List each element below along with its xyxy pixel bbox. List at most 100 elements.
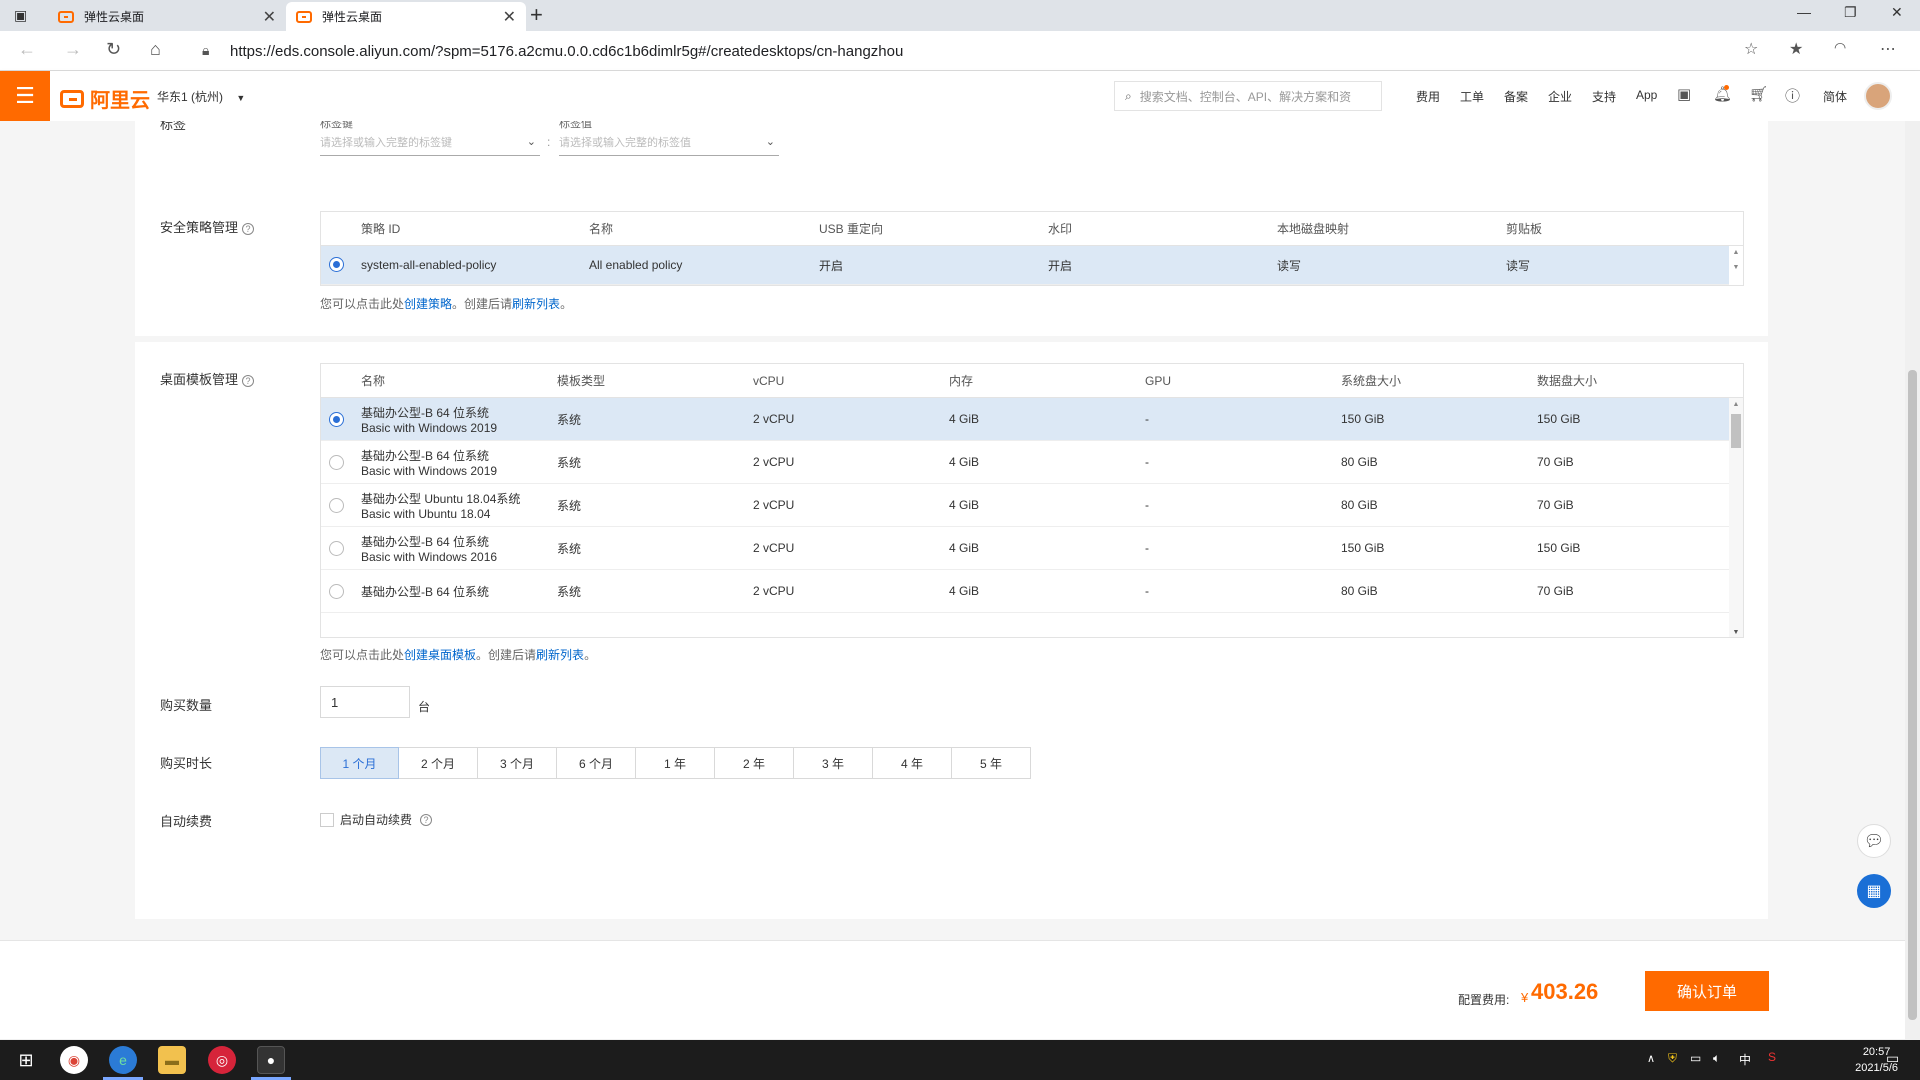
- duration-option[interactable]: 5 年: [952, 747, 1031, 779]
- shield-icon[interactable]: ⛨: [1668, 1051, 1677, 1066]
- browser-tab-1[interactable]: 弹性云桌面 ✕: [48, 2, 286, 31]
- url-input[interactable]: https://eds.console.aliyun.com/?spm=5176…: [230, 36, 1790, 66]
- ime-indicator[interactable]: 中: [1739, 1051, 1751, 1068]
- forward-icon[interactable]: →: [64, 39, 82, 60]
- sogou-ime-icon[interactable]: S: [1768, 1050, 1776, 1064]
- duration-option[interactable]: 3 个月: [478, 747, 557, 779]
- table-row[interactable]: 基础办公型-B 64 位系统 Basic with Windows 2019 系统 2…: [321, 441, 1743, 484]
- extensions-icon[interactable]: ◠: [1834, 39, 1846, 56]
- col-name: 名称: [589, 222, 614, 236]
- duration-option[interactable]: 2 年: [715, 747, 794, 779]
- chat-icon[interactable]: 💬︎: [1857, 824, 1891, 858]
- chrome-icon[interactable]: ◉: [60, 1046, 88, 1074]
- favorites-icon[interactable]: ★: [1789, 39, 1803, 59]
- create-template-link[interactable]: 创建桌面模板: [404, 648, 476, 662]
- table-row[interactable]: 基础办公型-B 64 位系统 系统 2 vCPU 4 GiB - 80 GiB 70 GiB: [321, 570, 1743, 613]
- tab-actions-icon[interactable]: ▣: [14, 7, 27, 24]
- menu-icon[interactable]: ☰: [0, 71, 50, 121]
- policy-radio[interactable]: [329, 257, 344, 272]
- region-selector[interactable]: 华东1 (杭州) ▼: [157, 88, 245, 105]
- notification-center-icon[interactable]: ▭: [1886, 1050, 1899, 1067]
- home-icon[interactable]: ⌂: [150, 39, 161, 60]
- more-menu-icon[interactable]: ⋯: [1880, 39, 1896, 59]
- search-input[interactable]: ⌕ 搜索文档、控制台、API、解决方案和资: [1114, 81, 1382, 111]
- netease-music-icon[interactable]: ◎: [208, 1046, 236, 1074]
- col-clipboard: 剪贴板: [1506, 222, 1543, 236]
- refresh-policy-link[interactable]: 刷新列表: [512, 297, 560, 311]
- edge-icon[interactable]: e: [109, 1046, 137, 1074]
- avatar[interactable]: [1864, 82, 1892, 110]
- nav-app[interactable]: App: [1636, 88, 1657, 102]
- back-icon[interactable]: ←: [18, 39, 36, 60]
- language-switch[interactable]: 简体: [1823, 88, 1847, 105]
- help-icon[interactable]: ?: [420, 813, 433, 826]
- new-tab-icon[interactable]: +: [530, 2, 543, 28]
- bell-icon[interactable]: 🔔︎: [1713, 85, 1732, 103]
- quantity-input[interactable]: 1: [320, 686, 410, 718]
- refresh-template-link[interactable]: 刷新列表: [536, 648, 584, 662]
- browser-tab-2[interactable]: 弹性云桌面 ✕: [286, 2, 526, 31]
- confirm-order-button[interactable]: 确认订单: [1645, 971, 1769, 1011]
- recorder-icon[interactable]: ●: [257, 1046, 285, 1074]
- help-icon[interactable]: ?: [242, 222, 255, 235]
- duration-option[interactable]: 3 年: [794, 747, 873, 779]
- create-policy-link[interactable]: 创建策略: [404, 297, 452, 311]
- terminal-icon[interactable]: ▣: [1677, 85, 1691, 103]
- nav-enterprise[interactable]: 企业: [1548, 88, 1572, 105]
- template-radio[interactable]: [329, 455, 344, 470]
- table-row[interactable]: 基础办公型-B 64 位系统 Basic with Windows 2019 系统 2…: [321, 398, 1743, 441]
- file-explorer-icon[interactable]: ▬: [158, 1046, 186, 1074]
- tag-key-select[interactable]: 请选择或输入完整的标签键 ⌄: [320, 128, 540, 156]
- scroll-down-icon[interactable]: ▼: [1729, 264, 1743, 271]
- add-favorite-icon[interactable]: ☆: [1744, 39, 1758, 59]
- table-row[interactable]: 基础办公型 Ubuntu 18.04系统 Basic with Ubuntu 18…: [321, 484, 1743, 527]
- policy-scrollbar[interactable]: ▲ ▼: [1729, 246, 1743, 285]
- duration-option[interactable]: 6 个月: [557, 747, 636, 779]
- close-window-icon[interactable]: ✕: [1891, 4, 1903, 21]
- table-row[interactable]: system-all-enabled-policy All enabled po…: [321, 246, 1743, 285]
- search-placeholder: 搜索文档、控制台、API、解决方案和资: [1139, 89, 1352, 104]
- template-radio[interactable]: [329, 498, 344, 513]
- nav-icp[interactable]: 备案: [1504, 88, 1528, 105]
- aliyun-logo[interactable]: 阿里云: [60, 84, 150, 113]
- windows-start-icon[interactable]: ⊞: [12, 1046, 40, 1074]
- scroll-up-icon[interactable]: ▲: [1729, 401, 1743, 408]
- currency-symbol: ¥: [1521, 990, 1529, 1005]
- nav-tickets[interactable]: 工单: [1460, 88, 1484, 105]
- help-icon[interactable]: ?: [242, 374, 255, 387]
- minimize-icon[interactable]: —: [1797, 4, 1811, 20]
- template-radio[interactable]: [329, 412, 344, 427]
- close-tab-icon[interactable]: ✕: [263, 7, 276, 27]
- duration-option[interactable]: 2 个月: [399, 747, 478, 779]
- template-radio[interactable]: [329, 541, 344, 556]
- nav-fees[interactable]: 费用: [1416, 88, 1440, 105]
- auto-renew-checkbox[interactable]: [320, 812, 334, 827]
- auto-renew-option[interactable]: 启动自动续费 ?: [320, 811, 433, 828]
- duration-option[interactable]: 4 年: [873, 747, 952, 779]
- apps-grid-icon[interactable]: ▦: [1857, 874, 1891, 908]
- template-name: 基础办公型-B 64 位系统: [361, 570, 489, 612]
- template-radio[interactable]: [329, 584, 344, 599]
- cart-icon[interactable]: 🛒︎: [1749, 85, 1768, 103]
- tag-value-select[interactable]: 请选择或输入完整的标签值 ⌄: [559, 128, 779, 156]
- template-system-disk: 150 GiB: [1341, 541, 1385, 555]
- scroll-down-icon[interactable]: ▼: [1729, 629, 1743, 636]
- scroll-thumb[interactable]: [1731, 414, 1741, 448]
- close-tab-icon[interactable]: ✕: [503, 7, 516, 27]
- tags-label: 标签: [160, 121, 187, 132]
- page-scroll-thumb[interactable]: [1908, 370, 1917, 1020]
- chevron-up-icon[interactable]: ∧: [1647, 1052, 1655, 1065]
- table-row[interactable]: 基础办公型-B 64 位系统 Basic with Windows 2016 系统 2…: [321, 527, 1743, 570]
- duration-option[interactable]: 1 年: [636, 747, 715, 779]
- reload-icon[interactable]: ↻: [106, 39, 121, 60]
- restore-icon[interactable]: ❐: [1844, 4, 1857, 21]
- col-template-type: 模板类型: [557, 374, 606, 388]
- network-icon[interactable]: ▭: [1690, 1051, 1701, 1065]
- duration-option[interactable]: 1 个月: [320, 747, 399, 779]
- template-scrollbar[interactable]: ▲ ▼: [1729, 398, 1743, 637]
- chevron-down-icon: ⌄: [765, 136, 775, 148]
- volume-icon[interactable]: 🔈︎: [1713, 1051, 1720, 1066]
- help-icon[interactable]: ⓘ: [1785, 85, 1800, 106]
- scroll-up-icon[interactable]: ▲: [1729, 249, 1743, 256]
- nav-support[interactable]: 支持: [1592, 88, 1616, 105]
